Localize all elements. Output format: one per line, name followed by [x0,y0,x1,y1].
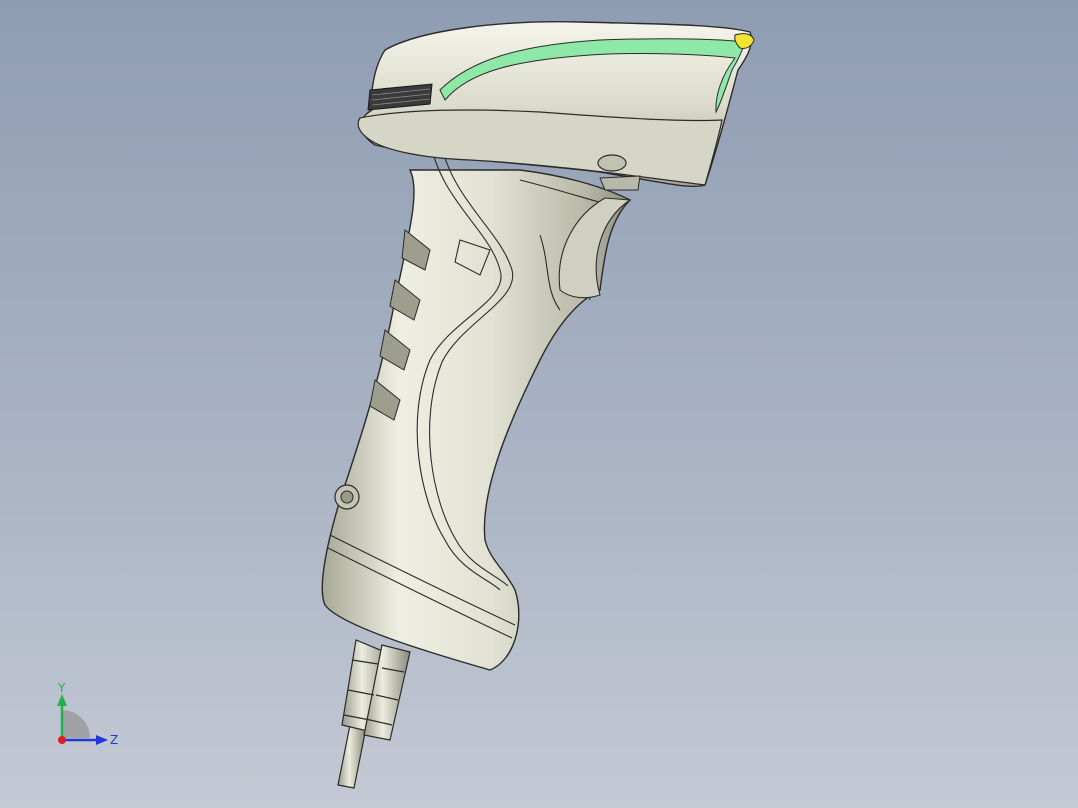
triad-z-label: Z [110,733,118,747]
graphics-viewport[interactable]: Y Z [0,0,1078,808]
coordinate-triad: Y Z [57,681,118,747]
triad-quadrant [62,710,90,738]
barcode-scanner-model[interactable] [0,0,1078,808]
triad-x-axis [58,736,66,744]
triad-z-arrow [96,735,108,745]
cable[interactable] [337,639,411,789]
side-screw [334,484,360,510]
triad-y-arrow [57,694,67,706]
triad-y-label: Y [57,681,66,695]
